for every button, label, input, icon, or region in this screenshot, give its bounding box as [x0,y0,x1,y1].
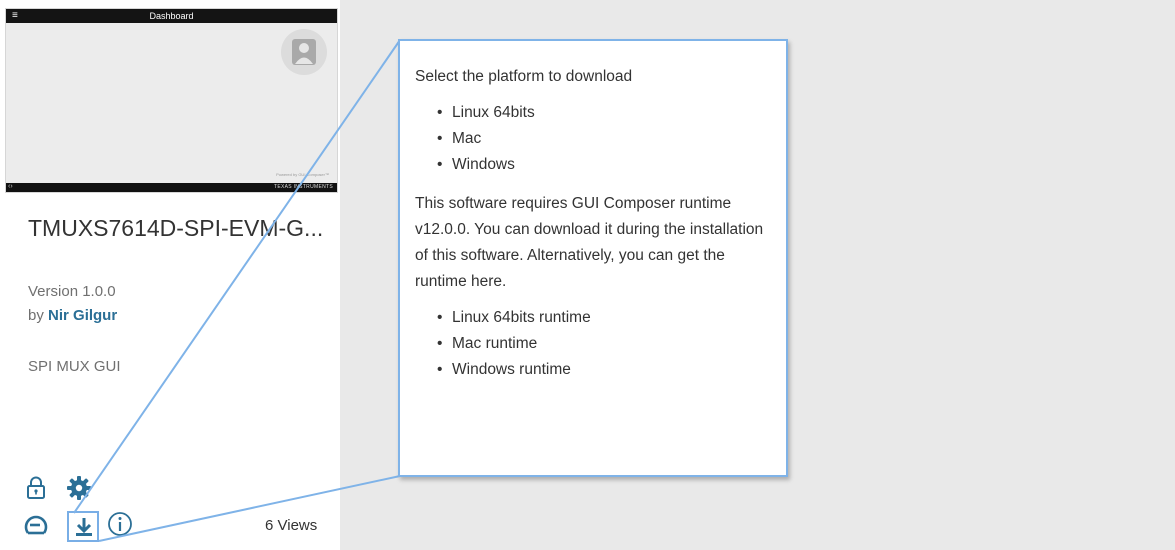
runtime-link-windows[interactable]: Windows runtime [452,361,571,378]
platform-list: Linux 64bits Mac Windows [437,100,770,178]
list-item: Windows runtime [437,357,770,383]
runtime-link-linux[interactable]: Linux 64bits runtime [452,309,591,326]
platform-link-mac[interactable]: Mac [452,130,481,147]
platform-link-windows[interactable]: Windows [452,156,515,173]
runtime-list: Linux 64bits runtime Mac runtime Windows… [437,305,770,383]
popup-heading: Select the platform to download [415,68,633,85]
download-popup: Select the platform to download Linux 64… [398,39,788,477]
list-item: Linux 64bits [437,100,770,126]
list-item: Mac [437,126,770,152]
list-item: Mac runtime [437,331,770,357]
runtime-link-mac[interactable]: Mac runtime [452,335,537,352]
list-item: Linux 64bits runtime [437,305,770,331]
list-item: Windows [437,152,770,178]
runtime-note: This software requires GUI Composer runt… [415,195,764,290]
platform-link-linux[interactable]: Linux 64bits [452,104,535,121]
